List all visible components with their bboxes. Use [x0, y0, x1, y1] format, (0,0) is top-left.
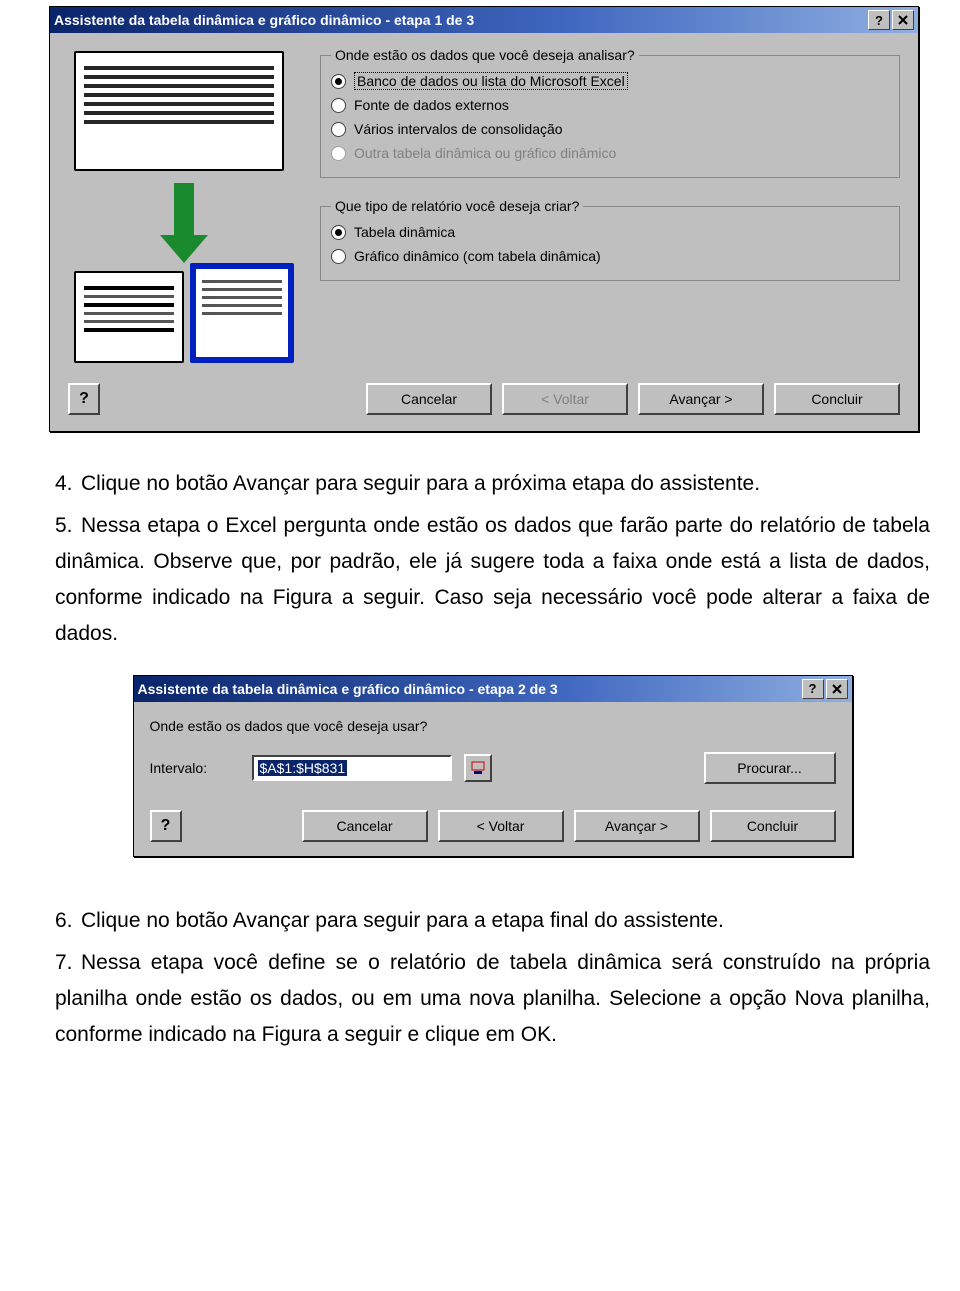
titlebar: Assistente da tabela dinâmica e gráfico … [134, 676, 852, 702]
radio-pivot-chart-label: Gráfico dinâmico (com tabela dinâmica) [354, 248, 601, 264]
help-button[interactable]: ? [802, 679, 824, 699]
data-source-group: Onde estão os dados que você deseja anal… [320, 47, 900, 178]
radio-pivot-table-label: Tabela dinâmica [354, 224, 455, 240]
back-button[interactable]: < Voltar [438, 810, 564, 842]
group2-legend: Que tipo de relatório você deseja criar? [331, 198, 583, 214]
radio-pivot-chart[interactable]: Gráfico dinâmico (com tabela dinâmica) [331, 244, 889, 268]
titlebar: Assistente da tabela dinâmica e gráfico … [50, 7, 918, 33]
back-button: < Voltar [502, 383, 628, 415]
finish-button[interactable]: Concluir [710, 810, 836, 842]
help-button[interactable]: ? [868, 10, 890, 30]
cancel-button[interactable]: Cancelar [366, 383, 492, 415]
radio-external-source-label: Fonte de dados externos [354, 97, 509, 113]
interval-label: Intervalo: [150, 760, 240, 776]
dialog2-prompt: Onde estão os dados que você deseja usar… [150, 718, 836, 734]
dialog2-title: Assistente da tabela dinâmica e gráfico … [138, 681, 800, 697]
wizard-step1-dialog: Assistente da tabela dinâmica e gráfico … [49, 6, 919, 432]
step4-text: 4.Clique no botão Avançar para seguir pa… [55, 466, 930, 502]
radio-external-source[interactable]: Fonte de dados externos [331, 93, 889, 117]
cancel-button[interactable]: Cancelar [302, 810, 428, 842]
context-help-button[interactable]: ? [68, 383, 100, 415]
step7-text: 7.Nessa etapa você define se o relatório… [55, 945, 930, 1053]
radio-other-pivot-label: Outra tabela dinâmica ou gráfico dinâmic… [354, 145, 616, 161]
radio-consolidation-label: Vários intervalos de consolidação [354, 121, 563, 137]
dialog1-title: Assistente da tabela dinâmica e gráfico … [54, 12, 866, 28]
wizard-step2-dialog: Assistente da tabela dinâmica e gráfico … [133, 675, 853, 857]
radio-other-pivot: Outra tabela dinâmica ou gráfico dinâmic… [331, 141, 889, 165]
finish-button[interactable]: Concluir [774, 383, 900, 415]
close-button[interactable] [892, 10, 914, 30]
interval-input-value: $A$1:$H$831 [258, 760, 348, 776]
close-button[interactable] [826, 679, 848, 699]
next-button[interactable]: Avançar > [638, 383, 764, 415]
question-icon: ? [79, 390, 89, 408]
radio-pivot-table[interactable]: Tabela dinâmica [331, 220, 889, 244]
collapse-dialog-button[interactable] [464, 754, 492, 782]
browse-button[interactable]: Procurar... [704, 752, 836, 784]
context-help-button[interactable]: ? [150, 810, 182, 842]
radio-consolidation[interactable]: Vários intervalos de consolidação [331, 117, 889, 141]
question-icon: ? [161, 817, 171, 835]
step5-text: 5.Nessa etapa o Excel pergunta onde estã… [55, 508, 930, 652]
group1-legend: Onde estão os dados que você deseja anal… [331, 47, 639, 63]
report-type-group: Que tipo de relatório você deseja criar?… [320, 198, 900, 281]
radio-excel-list[interactable]: Banco de dados ou lista do Microsoft Exc… [331, 69, 889, 93]
arrow-down-icon [164, 183, 204, 263]
radio-excel-list-label: Banco de dados ou lista do Microsoft Exc… [354, 72, 628, 90]
wizard-illustration [68, 47, 298, 367]
next-button[interactable]: Avançar > [574, 810, 700, 842]
step6-text: 6.Clique no botão Avançar para seguir pa… [55, 903, 930, 939]
range-picker-icon [471, 761, 485, 775]
interval-input[interactable]: $A$1:$H$831 [252, 755, 452, 781]
